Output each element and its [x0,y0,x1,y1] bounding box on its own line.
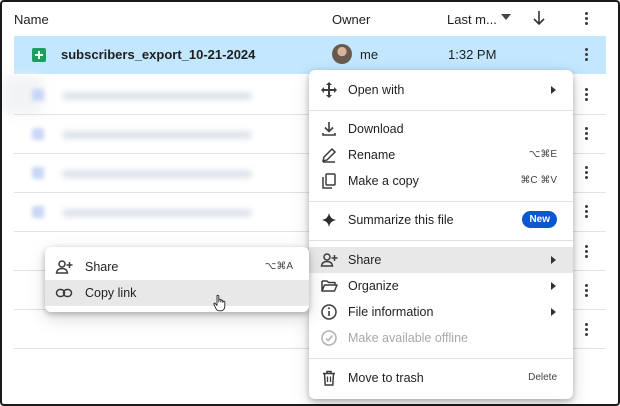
menu-item-shortcut: ⌥⌘E [528,149,557,160]
row-more-options-icon[interactable] [585,322,589,338]
drive-file-list: Name Owner Last m... subscribers_export_… [0,0,620,406]
submenu-item-copy-link[interactable]: Copy link [45,280,309,306]
menu-item-label: File information [348,305,434,319]
menu-item-label: Make a copy [348,174,419,188]
menu-item-label: Rename [348,148,396,162]
blurred-file-name [62,131,252,139]
menu-item-share[interactable]: Share [309,247,573,273]
copy-icon [322,173,336,189]
file-modified-time: 1:32 PM [448,47,497,62]
file-icon [32,89,44,101]
sparkle-icon [322,213,336,227]
file-icon [32,167,44,179]
offline-icon [321,330,337,346]
header-more-options-icon[interactable] [585,11,589,27]
google-sheets-icon [32,48,46,62]
file-name: subscribers_export_10-21-2024 [61,47,256,62]
table-row-selected[interactable]: subscribers_export_10-21-2024 me 1:32 PM [14,36,606,74]
link-icon [55,288,73,298]
row-more-options-icon[interactable] [585,87,589,103]
menu-divider [309,201,573,202]
menu-item-label: Open with [348,83,405,97]
menu-item-make-copy[interactable]: Make a copy ⌘C ⌘V [309,168,573,194]
submenu-item-shortcut: ⌥⌘A [264,261,293,272]
menu-item-label: Download [348,122,404,136]
menu-divider [309,110,573,111]
blurred-file-name [62,170,252,178]
new-badge: New [522,211,557,228]
trash-icon [323,370,335,386]
row-more-options-icon[interactable] [585,283,589,299]
menu-item-label: Make available offline [348,331,468,345]
file-icon [32,206,44,218]
row-more-options-icon[interactable] [585,165,589,181]
person-add-icon [55,260,73,274]
hand-cursor-icon [213,294,226,312]
column-header-owner[interactable]: Owner [332,12,370,27]
table-row[interactable] [14,76,304,114]
table-row[interactable] [14,154,304,192]
pencil-icon [321,147,337,163]
info-icon [321,304,337,320]
submenu-item-share[interactable]: Share ⌥⌘A [45,254,309,280]
menu-item-label: Move to trash [348,371,424,385]
submenu-item-label: Copy link [85,286,137,300]
menu-item-label: Share [348,253,382,267]
row-more-options-icon[interactable] [585,244,589,260]
file-context-menu: Open with Download Rename ⌥⌘E Make a cop… [309,70,573,399]
share-submenu: Share ⌥⌘A Copy link [45,247,309,312]
submenu-item-label: Share [85,260,119,274]
row-more-options-icon[interactable] [585,204,589,220]
row-more-options-icon[interactable] [585,47,589,63]
person-add-icon [320,253,338,267]
column-header-last-modified[interactable]: Last m... [447,12,497,27]
blurred-file-name [62,209,252,217]
menu-item-shortcut: ⌘C ⌘V [520,175,557,186]
menu-divider [309,358,573,359]
download-icon [322,122,336,136]
menu-item-open-with[interactable]: Open with [309,77,573,103]
list-header: Name Owner Last m... [2,2,618,36]
file-icon [32,128,44,140]
menu-item-label: Summarize this file [348,213,454,227]
menu-item-file-information[interactable]: File information [309,299,573,325]
blurred-file-name [62,92,252,100]
menu-item-shortcut: Delete [528,372,557,383]
sort-dropdown-icon[interactable] [501,14,511,20]
submenu-arrow-icon [551,256,556,264]
menu-item-make-offline: Make available offline [309,325,573,351]
menu-item-rename[interactable]: Rename ⌥⌘E [309,142,573,168]
menu-item-label: Organize [348,279,399,293]
folder-open-icon [321,280,338,292]
menu-item-summarize[interactable]: Summarize this file New [309,207,573,233]
table-row[interactable] [14,115,304,153]
avatar [332,44,352,64]
submenu-arrow-icon [551,86,556,94]
table-row[interactable] [14,193,304,231]
file-owner: me [360,47,379,62]
menu-item-organize[interactable]: Organize [309,273,573,299]
submenu-arrow-icon [551,308,556,316]
column-header-name[interactable]: Name [14,12,49,27]
menu-item-download[interactable]: Download [309,116,573,142]
menu-divider [309,240,573,241]
menu-item-move-to-trash[interactable]: Move to trash Delete [309,365,573,391]
row-more-options-icon[interactable] [585,126,589,142]
move-arrows-icon [321,82,337,98]
submenu-arrow-icon [551,282,556,290]
sort-direction-arrow-icon[interactable] [531,9,547,27]
